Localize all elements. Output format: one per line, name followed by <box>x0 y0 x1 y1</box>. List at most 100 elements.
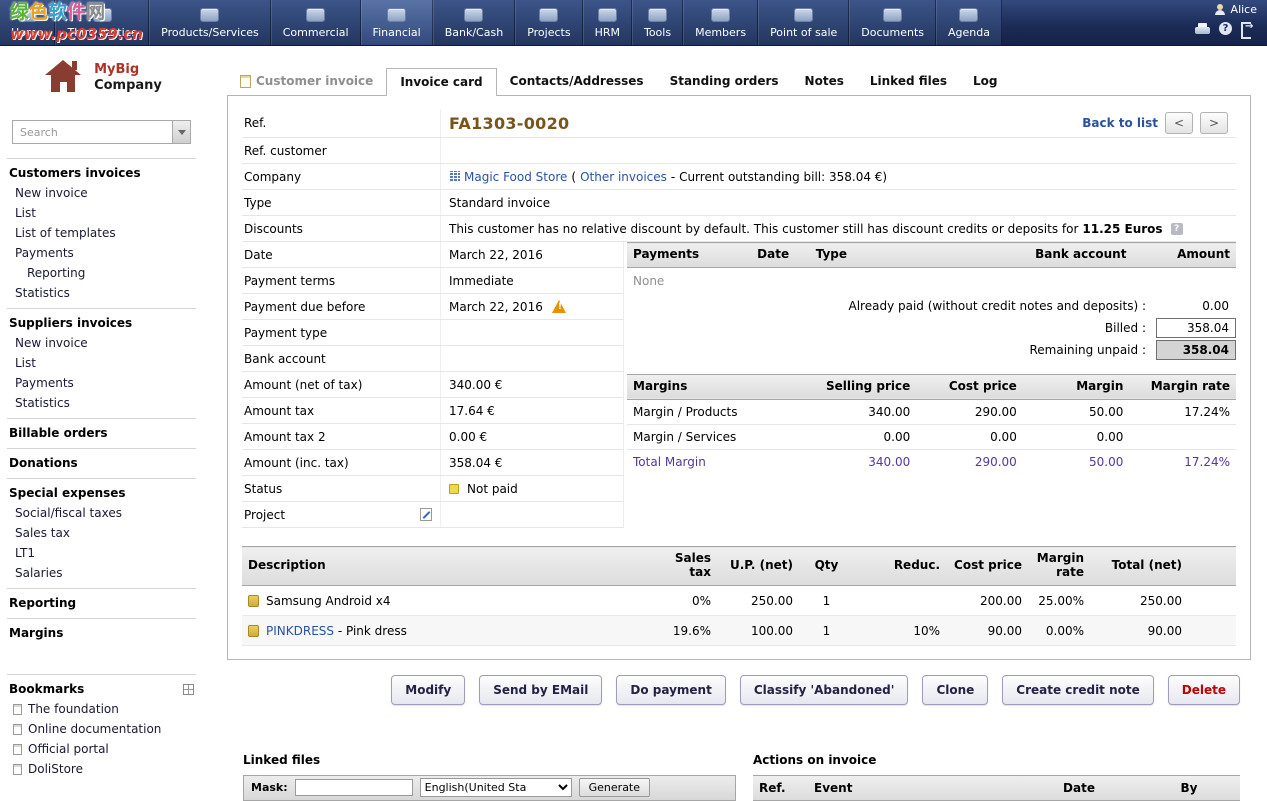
search-options-button[interactable] <box>173 120 191 144</box>
nav-tab-members[interactable]: Members <box>683 0 758 45</box>
status-unpaid-icon <box>449 484 459 494</box>
warning-icon <box>551 300 567 313</box>
company-logo-text: MyBig Company <box>94 62 162 93</box>
send-by-email-button[interactable]: Send by EMail <box>479 675 602 705</box>
delete-button[interactable]: Delete <box>1168 675 1240 705</box>
tab-invoice-card[interactable]: Invoice card <box>386 68 496 96</box>
cost-price-header: Cost price <box>916 374 1023 399</box>
product-icon <box>248 595 259 607</box>
nav-tab-tools[interactable]: Tools <box>632 0 683 45</box>
doc-model-select[interactable]: English(United Sta <box>420 778 572 797</box>
unit-price-header: U.P. (net) <box>717 547 799 586</box>
nav-tab-third-parties[interactable]: Third parties <box>55 0 149 45</box>
top-navigation: Home Third parties Products/Services Com… <box>0 0 1267 46</box>
tab-log[interactable]: Log <box>960 68 1010 95</box>
menu-social-fiscal-taxes[interactable]: Social/fiscal taxes <box>7 503 196 523</box>
generate-button[interactable]: Generate <box>579 778 650 797</box>
menu-salaries[interactable]: Salaries <box>7 563 196 583</box>
create-credit-note-button[interactable]: Create credit note <box>1002 675 1153 705</box>
menu-title-billable-orders[interactable]: Billable orders <box>7 421 196 443</box>
printer-icon[interactable] <box>1195 23 1210 35</box>
margins-header: Margins <box>627 374 810 399</box>
menu-section-margins: Margins <box>7 618 196 648</box>
prev-button[interactable]: < <box>1165 112 1193 134</box>
menu-suppliers-new-invoice[interactable]: New invoice <box>7 333 196 353</box>
company-row: Company Magic Food Store (Other invoices… <box>242 164 1236 190</box>
bookmark-the-foundation[interactable]: The foundation <box>7 699 196 719</box>
nav-tab-bank-cash[interactable]: Bank/Cash <box>433 0 515 45</box>
remaining-unpaid-line: Remaining unpaid : 358.04 <box>627 340 1236 360</box>
clone-button[interactable]: Clone <box>922 675 988 705</box>
menu-title-customers-invoices: Customers invoices <box>7 161 196 183</box>
nav-tab-financial[interactable]: Financial <box>361 0 433 45</box>
edit-icon[interactable] <box>420 508 432 521</box>
tab-linked-files[interactable]: Linked files <box>857 68 960 95</box>
bookmark-dolistore[interactable]: DoliStore <box>7 759 196 779</box>
logout-icon[interactable] <box>1241 22 1255 35</box>
menu-title-donations[interactable]: Donations <box>7 451 196 473</box>
home-icon <box>18 8 37 22</box>
menu-title-reporting[interactable]: Reporting <box>7 591 196 613</box>
menu-customers-statistics[interactable]: Statistics <box>7 283 196 303</box>
menu-customers-new-invoice[interactable]: New invoice <box>7 183 196 203</box>
status-badge: Not paid <box>467 482 518 496</box>
menu-customers-list[interactable]: List <box>7 203 196 223</box>
discounts-amount: 11.25 Euros <box>1082 222 1162 236</box>
bookmark-icon <box>13 724 22 735</box>
menu-suppliers-payments[interactable]: Payments <box>7 373 196 393</box>
menu-title-margins[interactable]: Margins <box>7 621 196 643</box>
amount-tax2-value: 0.00 € <box>441 427 623 447</box>
classify-abandoned-button[interactable]: Classify 'Abandoned' <box>740 675 909 705</box>
user-menu[interactable]: Alice <box>1214 3 1257 16</box>
nav-tab-products-services[interactable]: Products/Services <box>149 0 271 45</box>
bookmark-icon <box>13 764 22 775</box>
amount-tax-value: 17.64 € <box>441 401 623 421</box>
discount-help-icon[interactable] <box>1171 223 1183 235</box>
bookmark-official-portal[interactable]: Official portal <box>7 739 196 759</box>
company-link[interactable]: Magic Food Store <box>464 170 567 184</box>
payments-empty-row: None <box>627 267 1236 294</box>
menu-suppliers-statistics[interactable]: Statistics <box>7 393 196 413</box>
products-icon <box>200 8 219 22</box>
menu-sales-tax[interactable]: Sales tax <box>7 523 196 543</box>
nav-tab-documents[interactable]: Documents <box>849 0 936 45</box>
amount-inc-value: 358.04 € <box>441 453 623 473</box>
tab-contacts-addresses[interactable]: Contacts/Addresses <box>497 68 657 95</box>
next-button[interactable]: > <box>1200 112 1228 134</box>
menu-customers-list-of-templates[interactable]: List of templates <box>7 223 196 243</box>
search-input[interactable] <box>12 120 173 144</box>
nav-tab-hrm[interactable]: HRM <box>583 0 632 45</box>
documents-icon <box>883 8 902 22</box>
nav-tab-commercial[interactable]: Commercial <box>271 0 361 45</box>
margin-products-row: Margin / Products 340.00 290.00 50.00 17… <box>627 399 1236 424</box>
back-to-list-link[interactable]: Back to list <box>1082 116 1158 130</box>
tab-notes[interactable]: Notes <box>792 68 857 95</box>
do-payment-button[interactable]: Do payment <box>616 675 725 705</box>
menu-lt1[interactable]: LT1 <box>7 543 196 563</box>
actions-by-header: By <box>1144 781 1234 795</box>
bookmark-online-documentation[interactable]: Online documentation <box>7 719 196 739</box>
tab-standing-orders[interactable]: Standing orders <box>657 68 792 95</box>
menu-customers-payments[interactable]: Payments <box>7 243 196 263</box>
product-icon <box>248 625 259 637</box>
nav-tab-point-of-sale[interactable]: Point of sale <box>758 0 849 45</box>
mask-input[interactable] <box>295 779 413 796</box>
product-link[interactable]: PINKDRESS <box>266 624 334 638</box>
tools-icon <box>648 8 667 22</box>
nav-tab-agenda[interactable]: Agenda <box>936 0 1002 45</box>
payments-amount-header: Amount <box>1132 243 1236 268</box>
invoice-card: Ref. FA1303-0020 Back to list < > Ref. c… <box>227 95 1251 660</box>
modify-button[interactable]: Modify <box>391 675 465 705</box>
line-description: - Pink dress <box>334 624 407 638</box>
menu-suppliers-list[interactable]: List <box>7 353 196 373</box>
menu-customers-payments-reporting[interactable]: Reporting <box>7 263 196 283</box>
type-label: Type <box>242 190 441 215</box>
members-icon <box>711 8 730 22</box>
nav-tab-home[interactable]: Home <box>0 0 55 45</box>
line-row: Samsung Android x4 0% 250.00 1 200.00 25… <box>242 585 1236 615</box>
nav-right-area: Alice <box>1185 0 1267 45</box>
help-icon[interactable] <box>1219 22 1232 35</box>
nav-tab-projects[interactable]: Projects <box>515 0 582 45</box>
other-invoices-link[interactable]: Other invoices <box>580 170 667 184</box>
bookmarks-icon[interactable] <box>183 684 194 695</box>
